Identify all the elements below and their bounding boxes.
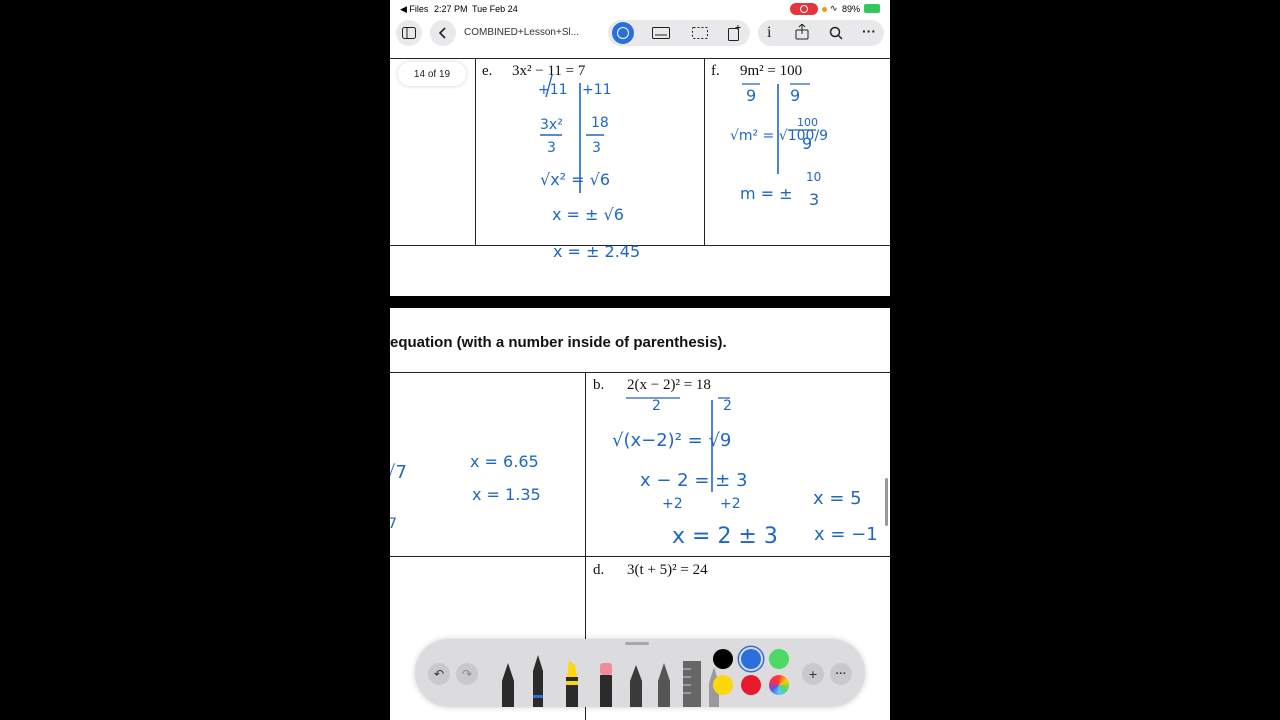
status-date: Tue Feb 24 (472, 4, 518, 14)
f-work-3: 3 (809, 190, 820, 209)
pen-tool-icon[interactable] (499, 661, 517, 707)
pencil-markup-button[interactable] (612, 22, 634, 44)
scroll-indicator[interactable] (885, 478, 888, 526)
f-work-sqrt: √m² = √100/9 (730, 128, 829, 144)
wifi-icon: ∿ (830, 3, 838, 13)
b-work-2-right: 2 (723, 398, 732, 414)
pencil-tool-icon[interactable] (627, 663, 645, 707)
page-indicator: 14 of 19 (398, 62, 466, 86)
f-work-9-denominator: 9 (802, 134, 813, 153)
back-button[interactable] (430, 20, 456, 46)
f-work-9-right: 9 (790, 86, 801, 105)
add-tool-button[interactable]: + (802, 663, 824, 685)
record-icon[interactable] (790, 3, 818, 15)
e-work-x-pm-sqrt6: x = ± √6 (552, 205, 624, 224)
ellipsis-icon: ··· (835, 668, 847, 680)
undo-button[interactable]: ↶ (428, 663, 450, 685)
problem-e-label: e. (482, 63, 493, 79)
b-work-x-neg1: x = −1 (814, 524, 878, 545)
color-blue[interactable] (741, 649, 761, 669)
b-work-plus2-left: +2 (662, 496, 683, 512)
lasso-tool-icon[interactable] (655, 661, 673, 707)
e-work-plus11-left: +11 (538, 82, 568, 98)
dock-grabber[interactable] (625, 642, 649, 645)
left-work-7: 7 (390, 516, 397, 532)
e-work-plus11-right: +11 (582, 82, 612, 98)
redo-button[interactable]: ↷ (456, 663, 478, 685)
selection-icon[interactable] (692, 27, 708, 39)
dock-more-button[interactable]: ··· (830, 663, 852, 685)
fountain-pen-tool-icon[interactable] (529, 655, 547, 707)
b-work-x-minus-2: x − 2 = ± 3 (640, 470, 748, 491)
status-bar: ◀ Files 2:27 PM Tue Feb 24 ∿ 89% (390, 0, 890, 18)
e-work-3: 3 (592, 140, 601, 156)
section-heading: equation (with a number inside of parent… (390, 334, 727, 351)
b-work-x-2-pm-3: x = 2 ± 3 (672, 524, 778, 549)
problem-b-label: b. (593, 377, 605, 393)
highlighter-tool-icon[interactable] (563, 659, 581, 707)
problem-f-label: f. (711, 63, 720, 79)
left-work-x-135: x = 1.35 (472, 485, 541, 504)
left-work-sqrt7: √7 (390, 462, 407, 483)
signature-icon[interactable] (652, 27, 670, 39)
share-icon[interactable] (795, 24, 809, 40)
f-work-m-pm: m = ± (740, 184, 793, 203)
problem-d-label: d. (593, 562, 605, 578)
page-gap (390, 296, 890, 308)
f-work-100: 100 (797, 116, 818, 129)
ipad-screen: e. 3x² − 11 = 7 +11 +11 3x² 3 18 3 √x² =… (390, 0, 890, 720)
sidebar-toggle-button[interactable] (396, 20, 422, 46)
add-page-icon[interactable] (728, 25, 742, 41)
eraser-tool-icon[interactable] (597, 661, 615, 707)
search-icon[interactable] (829, 26, 843, 40)
sidebar-icon (402, 27, 416, 39)
info-icon[interactable]: i (767, 24, 771, 42)
more-options-icon[interactable]: ··· (862, 23, 876, 39)
plus-icon: + (808, 666, 818, 682)
markup-pen-icon (617, 27, 629, 39)
problem-d-equation: 3(t + 5)² = 24 (627, 562, 708, 578)
e-work-denominator-3: 3 (547, 140, 556, 156)
battery-icon (864, 4, 880, 13)
b-work-2-left: 2 (652, 398, 661, 414)
e-work-3x2: 3x² (540, 117, 563, 133)
mic-dot-icon (822, 7, 827, 12)
status-time: 2:27 PM (434, 4, 468, 14)
chevron-left-icon (438, 27, 446, 39)
left-work-x-665: x = 6.65 (470, 452, 539, 471)
color-black[interactable] (713, 649, 733, 669)
color-green[interactable] (769, 649, 789, 669)
e-work-x-pm-245: x = ± 2.45 (553, 242, 641, 261)
ruler-tool-icon[interactable] (681, 659, 703, 707)
f-work-9-left: 9 (746, 86, 757, 105)
b-work-sqrt: √(x−2)² = √9 (612, 430, 732, 451)
redo-icon: ↷ (461, 667, 473, 681)
color-yellow[interactable] (713, 675, 733, 695)
b-work-x-5: x = 5 (813, 488, 862, 509)
battery-percent: 89% (842, 4, 861, 14)
document-title[interactable]: COMBINED+Lesson+Sl... (464, 27, 579, 38)
e-work-18: 18 (591, 115, 609, 131)
back-to-app[interactable]: ◀ Files (400, 4, 428, 15)
e-work-sqrt: √x² = √6 (540, 170, 611, 189)
color-picker-wheel[interactable] (769, 675, 789, 695)
b-work-plus2-right: +2 (720, 496, 741, 512)
undo-icon: ↶ (433, 667, 445, 681)
color-red[interactable] (741, 675, 761, 695)
f-work-10: 10 (806, 170, 822, 184)
markup-tool-dock: ↶ ↷ + ··· (415, 639, 865, 707)
